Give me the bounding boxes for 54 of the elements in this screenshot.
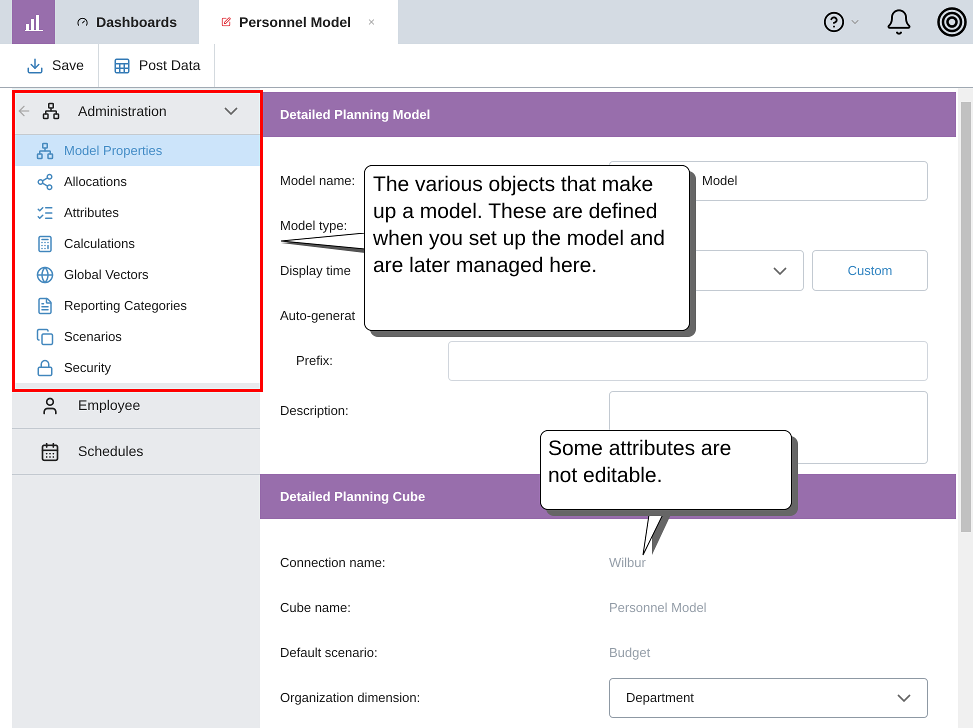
menu-item-icon xyxy=(36,296,54,314)
field-label: Organization dimension: xyxy=(280,688,420,707)
field-label: Connection name: xyxy=(280,554,386,572)
help-icon xyxy=(823,11,845,33)
field-label: Auto-generat xyxy=(280,306,356,325)
tab-label: Personnel Model xyxy=(239,12,352,32)
chevron-down-icon xyxy=(773,266,787,274)
menu-item-icon xyxy=(36,234,54,252)
field-label: Model type: xyxy=(280,216,348,235)
select-field[interactable]: Department xyxy=(609,678,928,718)
sidebar-item[interactable]: Attributes xyxy=(12,197,260,228)
custom-button[interactable]: Custom xyxy=(812,250,928,291)
chevron-down-icon xyxy=(897,694,911,702)
sidebar-item[interactable]: Allocations xyxy=(12,166,260,197)
sidebar-item[interactable]: Global Vectors xyxy=(12,259,260,290)
section-label: Administration xyxy=(78,102,167,120)
field-label: Cube name: xyxy=(280,598,351,617)
cluster-icon xyxy=(42,102,60,120)
menu-item-icon xyxy=(36,142,54,160)
bar-chart-icon xyxy=(24,13,42,31)
menu-item-icon xyxy=(36,328,54,346)
bell-icon[interactable] xyxy=(885,8,913,36)
field-label: Model name: xyxy=(280,172,356,190)
sidebar-item[interactable]: Reporting Categories xyxy=(12,290,260,321)
field-label: Description: xyxy=(280,403,349,418)
tab[interactable]: Personnel Model xyxy=(199,0,398,44)
concentric-circles-icon[interactable] xyxy=(937,7,967,37)
menu-item-icon xyxy=(36,358,54,376)
field-label: Prefix: xyxy=(296,352,333,370)
sidebar-item[interactable]: Scenarios xyxy=(12,321,260,352)
menu-item-icon xyxy=(36,266,54,284)
menu-item-icon xyxy=(36,172,54,190)
readonly-value: Personnel Model xyxy=(609,598,708,617)
sidebar-item[interactable]: Schedules xyxy=(12,429,260,475)
field-label: Default scenario: xyxy=(280,644,378,662)
sidebar-item[interactable]: Security xyxy=(12,352,260,383)
toolbar-button[interactable]: Save xyxy=(12,55,98,76)
scrollbar[interactable] xyxy=(958,88,973,728)
tab-label: Dashboards xyxy=(96,12,177,32)
readonly-value: Budget xyxy=(609,644,652,662)
sidebar-item[interactable]: Calculations xyxy=(12,228,260,259)
help-menu[interactable] xyxy=(823,11,861,33)
callout-text: Some attributes are not editable. xyxy=(548,436,732,489)
download-icon xyxy=(26,56,44,74)
section-title: Detailed Planning Model xyxy=(280,106,430,124)
readonly-value: Wilbur xyxy=(609,554,647,572)
chevron-down-icon xyxy=(224,107,238,115)
section-title: Detailed Planning Cube xyxy=(280,488,426,506)
field-label: Display time xyxy=(280,262,351,280)
app-logo[interactable] xyxy=(12,0,55,44)
prefix-field[interactable] xyxy=(448,340,928,380)
toolbar-button[interactable]: Post Data xyxy=(98,55,214,76)
menu-item-icon xyxy=(40,442,60,462)
sidebar-item[interactable]: Employee xyxy=(12,383,260,429)
